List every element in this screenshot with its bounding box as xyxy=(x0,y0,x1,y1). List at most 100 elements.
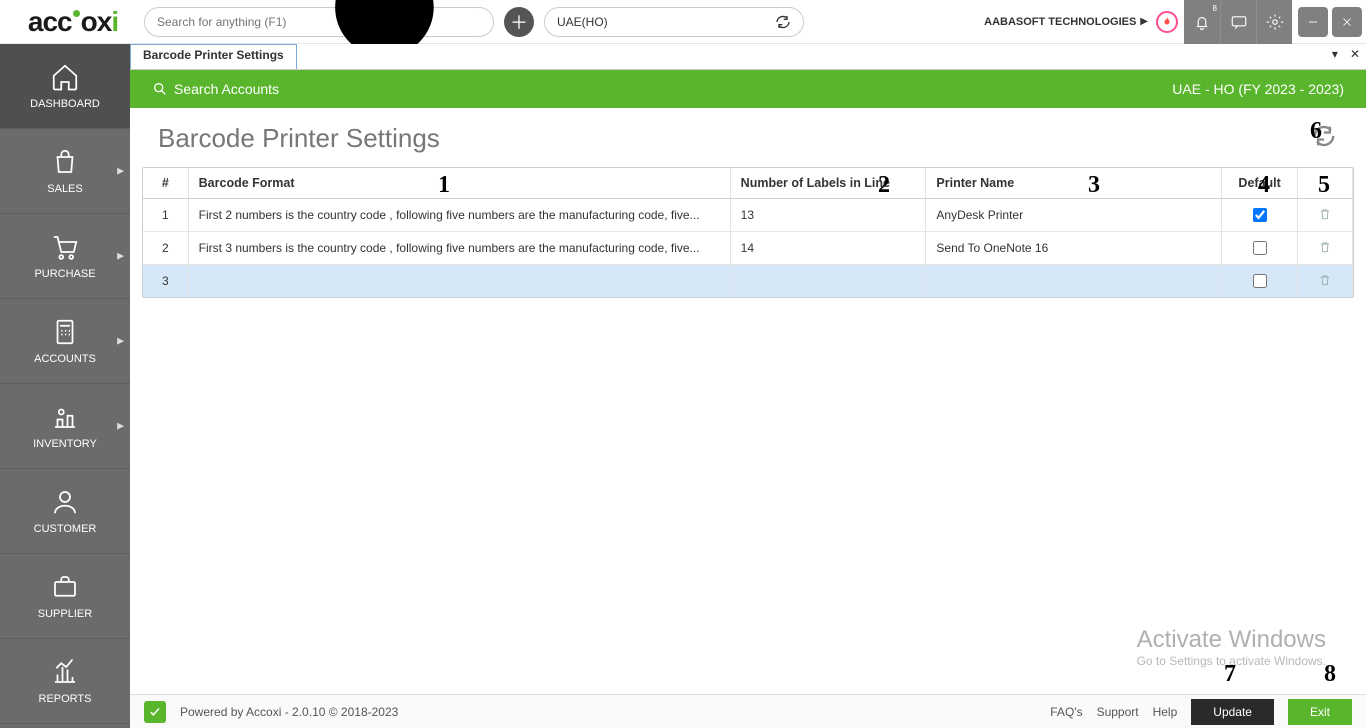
home-icon xyxy=(50,62,80,92)
footer-bar: Powered by Accoxi - 2.0.10 © 2018-2023 F… xyxy=(130,694,1366,728)
col-printer-name[interactable]: Printer Name xyxy=(926,168,1222,199)
trash-icon xyxy=(1318,240,1332,254)
delete-row-button[interactable] xyxy=(1318,243,1332,257)
app-logo: accoxi xyxy=(8,0,138,44)
nav-label: SUPPLIER xyxy=(38,608,92,620)
chat-button[interactable] xyxy=(1220,0,1256,44)
window-controls xyxy=(1298,0,1366,44)
row-number: 3 xyxy=(143,265,188,298)
footer-help[interactable]: Help xyxy=(1153,705,1178,719)
nav-customer[interactable]: CUSTOMER xyxy=(0,469,130,554)
company-caret-icon[interactable]: ▶ xyxy=(1140,16,1148,27)
main-column: Barcode Printer Settings ▾ ✕ Search Acco… xyxy=(130,44,1366,728)
tab-barcode-settings[interactable]: Barcode Printer Settings xyxy=(130,44,297,69)
nav-label: PURCHASE xyxy=(34,268,95,280)
row-number: 1 xyxy=(143,199,188,232)
branch-name: UAE(HO) xyxy=(557,15,608,29)
flame-icon xyxy=(1161,16,1173,28)
tab-strip: Barcode Printer Settings ▾ ✕ xyxy=(130,44,1366,70)
nav-label: INVENTORY xyxy=(33,438,97,450)
table-row[interactable]: 2 First 3 numbers is the country code , … xyxy=(143,232,1353,265)
row-default-checkbox[interactable] xyxy=(1253,274,1267,288)
global-search-input[interactable] xyxy=(155,14,314,30)
nav-inventory[interactable]: INVENTORY ▶ xyxy=(0,384,130,469)
col-barcode-format[interactable]: Barcode Format xyxy=(188,168,730,199)
gear-icon xyxy=(1266,13,1284,31)
nav-reports[interactable]: REPORTS xyxy=(0,639,130,724)
chevron-right-icon: ▶ xyxy=(117,166,124,177)
row-printer[interactable]: Send To OneNote 16 xyxy=(926,232,1222,265)
row-default-checkbox[interactable] xyxy=(1253,208,1267,222)
notifications-count: 8 xyxy=(1213,4,1217,13)
row-number: 2 xyxy=(143,232,188,265)
close-icon xyxy=(1340,15,1354,29)
refresh-icon xyxy=(775,14,791,30)
minimize-icon xyxy=(1306,15,1320,29)
col-labels-in-line[interactable]: Number of Labels in Line xyxy=(730,168,926,199)
exit-button[interactable]: Exit xyxy=(1288,699,1352,725)
footer-faqs[interactable]: FAQ's xyxy=(1050,705,1082,719)
refresh-icon xyxy=(1310,122,1338,150)
chevron-right-icon: ▶ xyxy=(117,421,124,432)
left-nav: DASHBOARD SALES ▶ PURCHASE ▶ ACCOUNTS ▶ … xyxy=(0,44,130,728)
nav-label: DASHBOARD xyxy=(30,98,100,110)
nav-label: CUSTOMER xyxy=(34,523,97,535)
table-row[interactable]: 3 xyxy=(143,265,1353,298)
grid-header-row: # Barcode Format Number of Labels in Lin… xyxy=(143,168,1353,199)
search-accounts-label: Search Accounts xyxy=(174,81,279,97)
settings-button[interactable] xyxy=(1256,0,1292,44)
search-icon xyxy=(152,81,168,97)
row-labels[interactable]: 13 xyxy=(730,199,926,232)
page-header: Barcode Printer Settings xyxy=(130,108,1366,161)
chevron-right-icon: ▶ xyxy=(117,251,124,262)
tab-label: Barcode Printer Settings xyxy=(143,48,284,62)
hot-badge[interactable] xyxy=(1156,11,1178,33)
top-bar: accoxi ＋ UAE(HO) AABASOFT TECHNOLOGIES ▶… xyxy=(0,0,1366,44)
nav-label: SALES xyxy=(47,183,82,195)
trash-icon xyxy=(1318,207,1332,221)
chart-icon xyxy=(50,657,80,687)
row-labels[interactable]: 14 xyxy=(730,232,926,265)
page-title: Barcode Printer Settings xyxy=(158,123,440,154)
refresh-button[interactable] xyxy=(1310,122,1338,155)
briefcase-icon xyxy=(50,572,80,602)
col-delete xyxy=(1297,168,1352,199)
row-format[interactable]: First 2 numbers is the country code , fo… xyxy=(188,199,730,232)
top-icon-strip: 8 xyxy=(1184,0,1292,44)
trash-icon xyxy=(1318,273,1332,287)
notifications-button[interactable]: 8 xyxy=(1184,0,1220,44)
nav-dashboard[interactable]: DASHBOARD xyxy=(0,44,130,129)
row-printer[interactable] xyxy=(926,265,1222,298)
nav-sales[interactable]: SALES ▶ xyxy=(0,129,130,214)
row-format[interactable] xyxy=(188,265,730,298)
search-accounts-link[interactable]: Search Accounts xyxy=(152,81,279,97)
chevron-right-icon: ▶ xyxy=(117,336,124,347)
global-search[interactable] xyxy=(144,7,494,37)
nav-accounts[interactable]: ACCOUNTS ▶ xyxy=(0,299,130,384)
company-name: AABASOFT TECHNOLOGIES xyxy=(984,16,1136,28)
delete-row-button[interactable] xyxy=(1318,276,1332,290)
col-default[interactable]: Default xyxy=(1222,168,1297,199)
bell-icon xyxy=(1193,13,1211,31)
row-printer[interactable]: AnyDesk Printer xyxy=(926,199,1222,232)
row-format[interactable]: First 3 numbers is the country code , fo… xyxy=(188,232,730,265)
footer-powered-by: Powered by Accoxi - 2.0.10 © 2018-2023 xyxy=(180,705,398,719)
nav-supplier[interactable]: SUPPLIER xyxy=(0,554,130,639)
nav-label: ACCOUNTS xyxy=(34,353,96,365)
inventory-icon xyxy=(50,402,80,432)
row-default-checkbox[interactable] xyxy=(1253,241,1267,255)
minimize-button[interactable] xyxy=(1298,7,1328,37)
branch-selector[interactable]: UAE(HO) xyxy=(544,7,804,37)
delete-row-button[interactable] xyxy=(1318,210,1332,224)
col-number[interactable]: # xyxy=(143,168,188,199)
update-button[interactable]: Update xyxy=(1191,699,1274,725)
close-button[interactable] xyxy=(1332,7,1362,37)
row-labels[interactable] xyxy=(730,265,926,298)
footer-support[interactable]: Support xyxy=(1097,705,1139,719)
table-row[interactable]: 1 First 2 numbers is the country code , … xyxy=(143,199,1353,232)
app-logo-text: accoxi xyxy=(28,6,118,38)
tab-minimize-icon[interactable]: ▾ xyxy=(1326,44,1344,69)
nav-purchase[interactable]: PURCHASE ▶ xyxy=(0,214,130,299)
tab-close-icon[interactable]: ✕ xyxy=(1344,44,1366,69)
quick-add-button[interactable]: ＋ xyxy=(504,7,534,37)
